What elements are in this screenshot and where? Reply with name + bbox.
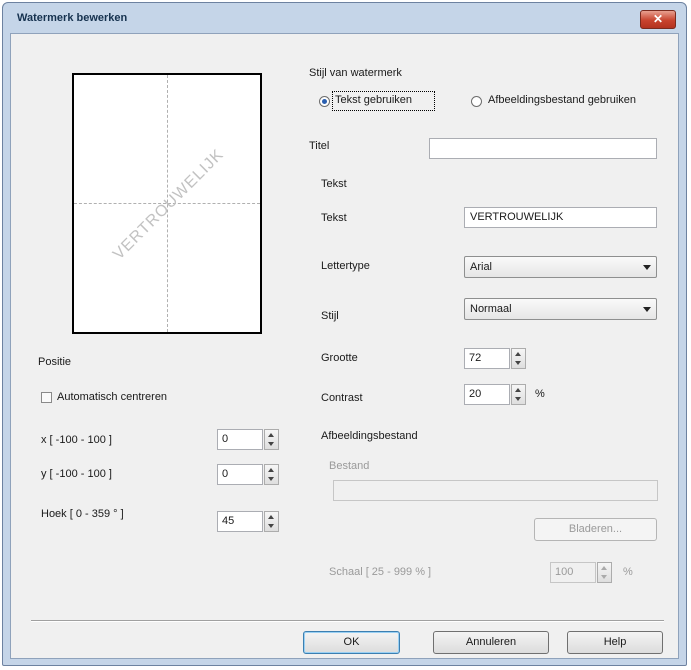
scale-spin-buttons[interactable] [597, 562, 612, 583]
font-dropdown[interactable]: Arial [464, 256, 657, 278]
angle-spin-buttons[interactable] [264, 511, 279, 532]
spin-down-icon[interactable] [268, 524, 274, 528]
size-input[interactable]: 72 [464, 348, 510, 369]
spin-up-icon[interactable] [515, 352, 521, 356]
angle-spinner[interactable]: 45 [217, 511, 279, 532]
window-title: Watermerk bewerken [17, 12, 128, 24]
x-input[interactable]: 0 [217, 429, 263, 450]
size-spinner[interactable]: 72 [464, 348, 526, 369]
auto-center-label[interactable]: Automatisch centreren [57, 391, 167, 403]
watermark-style-heading: Stijl van watermerk [309, 67, 402, 79]
style-dropdown[interactable]: Normaal [464, 298, 657, 320]
chevron-down-icon [643, 265, 651, 270]
browse-button[interactable]: Bladeren... [534, 518, 657, 541]
text-radio[interactable] [319, 96, 330, 107]
y-spinner[interactable]: 0 [217, 464, 279, 485]
spin-up-icon[interactable] [515, 388, 521, 392]
button-separator [31, 620, 664, 622]
image-radio-label[interactable]: Afbeeldingsbestand gebruiken [488, 94, 636, 106]
text-input[interactable]: VERTROUWELIJK [464, 207, 657, 228]
spin-down-icon[interactable] [268, 442, 274, 446]
font-label: Lettertype [321, 260, 370, 272]
watermark-preview: VERTROUWELIJK [72, 73, 262, 334]
contrast-spinner[interactable]: 20 [464, 384, 526, 405]
scale-spinner[interactable]: 100 [550, 562, 612, 583]
close-icon: ✕ [652, 12, 664, 26]
text-radio-label[interactable]: Tekst gebruiken [335, 94, 412, 106]
size-label: Grootte [321, 352, 358, 364]
x-spinner[interactable]: 0 [217, 429, 279, 450]
cancel-button[interactable]: Annuleren [433, 631, 549, 654]
y-input[interactable]: 0 [217, 464, 263, 485]
close-button[interactable]: ✕ [640, 10, 676, 29]
text-group-heading: Tekst [321, 178, 347, 190]
spin-down-icon[interactable] [601, 575, 607, 579]
ok-button[interactable]: OK [303, 631, 400, 654]
x-label: x [ -100 - 100 ] [41, 434, 112, 446]
contrast-unit: % [535, 388, 545, 400]
contrast-label: Contrast [321, 392, 363, 404]
spin-up-icon[interactable] [601, 566, 607, 570]
style-label: Stijl [321, 310, 339, 322]
title-bar[interactable]: Watermerk bewerken ✕ [3, 3, 686, 33]
image-radio[interactable] [471, 96, 482, 107]
dialog-window: Watermerk bewerken ✕ VERTROUWELIJK Posit… [2, 2, 687, 666]
spin-up-icon[interactable] [268, 468, 274, 472]
y-label: y [ -100 - 100 ] [41, 468, 112, 480]
file-input[interactable] [333, 480, 658, 501]
chevron-down-icon [643, 307, 651, 312]
spin-down-icon[interactable] [515, 397, 521, 401]
dialog-client: VERTROUWELIJK Positie Automatisch centre… [10, 33, 679, 659]
scale-unit: % [623, 566, 633, 578]
auto-center-checkbox[interactable] [41, 392, 52, 403]
x-spin-buttons[interactable] [264, 429, 279, 450]
angle-label: Hoek [ 0 - 359 ° ] [41, 508, 124, 520]
preview-watermark-text: VERTROUWELIJK [110, 146, 228, 264]
scale-label: Schaal [ 25 - 999 % ] [329, 566, 432, 578]
scale-input[interactable]: 100 [550, 562, 596, 583]
size-spin-buttons[interactable] [511, 348, 526, 369]
title-input[interactable] [429, 138, 657, 159]
font-value: Arial [470, 261, 493, 273]
y-spin-buttons[interactable] [264, 464, 279, 485]
title-field-label: Titel [309, 140, 330, 152]
file-label: Bestand [329, 460, 370, 472]
position-heading: Positie [38, 356, 72, 368]
contrast-input[interactable]: 20 [464, 384, 510, 405]
style-value: Normaal [470, 303, 512, 315]
spin-up-icon[interactable] [268, 515, 274, 519]
spin-up-icon[interactable] [268, 433, 274, 437]
spin-down-icon[interactable] [268, 477, 274, 481]
angle-input[interactable]: 45 [217, 511, 263, 532]
spin-down-icon[interactable] [515, 361, 521, 365]
contrast-spin-buttons[interactable] [511, 384, 526, 405]
text-label: Tekst [321, 212, 347, 224]
help-button[interactable]: Help [567, 631, 663, 654]
image-group-heading: Afbeeldingsbestand [321, 430, 418, 442]
